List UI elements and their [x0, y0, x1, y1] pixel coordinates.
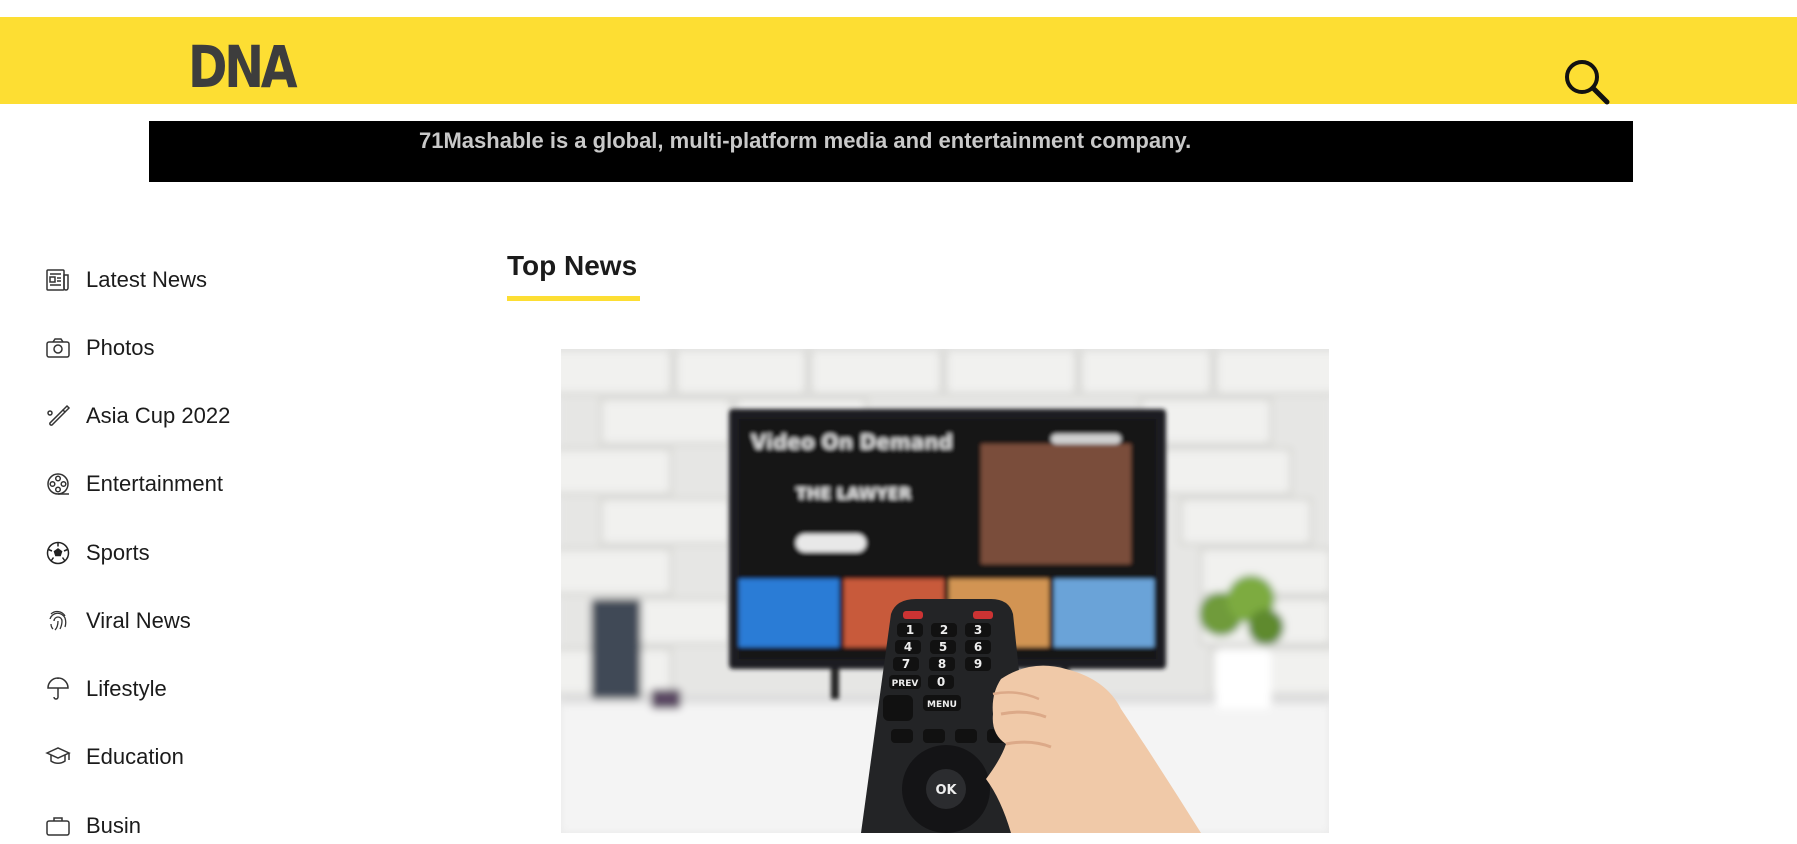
- sidebar-item-label: Latest News: [86, 267, 208, 292]
- football-icon: [44, 539, 72, 567]
- site-logo[interactable]: DNA: [188, 38, 298, 96]
- remote-key: 8: [938, 657, 946, 671]
- remote-key: 3: [974, 623, 982, 637]
- sidebar-item-label: Lifestyle: [86, 676, 167, 701]
- sidebar-item-label: Viral News: [86, 608, 191, 633]
- top-news-hero-image[interactable]: Video On Demand THE LAWYER 1 2 3 4 5 6 7…: [561, 349, 1329, 833]
- sidebar-item-business[interactable]: Busin: [44, 808, 364, 844]
- section-title: Top News: [507, 250, 638, 281]
- remote-key: 2: [940, 623, 948, 637]
- remote-key: 4: [904, 640, 912, 654]
- camera-icon: [44, 334, 72, 362]
- sidebar-item-latest-news[interactable]: Latest News: [44, 262, 364, 298]
- newspaper-icon: [44, 266, 72, 294]
- remote-key: OK: [935, 783, 957, 798]
- briefcase-icon: [44, 812, 72, 840]
- cricket-bat-icon: [44, 402, 72, 430]
- sidebar-item-label: Entertainment: [86, 471, 223, 496]
- remote-key: 5: [939, 640, 947, 654]
- remote-key: MENU: [927, 700, 957, 710]
- header-bar: DNA: [0, 17, 1797, 107]
- sidebar-item-education[interactable]: Education: [44, 739, 364, 775]
- fingerprint-icon: [44, 607, 72, 635]
- sidebar-item-sports[interactable]: Sports: [44, 535, 364, 571]
- sidebar-item-label: Photos: [86, 335, 155, 360]
- remote-key: 6: [974, 640, 982, 654]
- sidebar-item-asia-cup-2022[interactable]: Asia Cup 2022: [44, 398, 364, 434]
- sidebar-item-photos[interactable]: Photos: [44, 330, 364, 366]
- sidebar-item-label: Sports: [86, 540, 150, 565]
- tv-tile-title-text: THE LAWYER: [796, 484, 911, 503]
- sidebar-item-label: Education: [86, 744, 184, 769]
- remote-key: PREV: [892, 679, 919, 689]
- sidebar-item-lifestyle[interactable]: Lifestyle: [44, 671, 364, 707]
- umbrella-icon: [44, 675, 72, 703]
- search-icon[interactable]: [1562, 57, 1612, 107]
- sidebar-item-viral-news[interactable]: Viral News: [44, 603, 364, 639]
- sidebar-item-label: Asia Cup 2022: [86, 403, 231, 428]
- section-title-underline: [507, 296, 640, 301]
- remote-key: 7: [902, 657, 910, 671]
- remote-key: 9: [974, 657, 982, 671]
- sidebar-item-label: Busin: [86, 813, 142, 838]
- graduation-cap-icon: [44, 743, 72, 771]
- film-reel-icon: [44, 470, 72, 498]
- tv-title-text: Video On Demand: [751, 430, 953, 454]
- remote-key: 1: [906, 623, 914, 637]
- promo-banner[interactable]: 71Mashable is a global, multi-platform m…: [149, 121, 1633, 182]
- remote-key: 0: [937, 675, 945, 689]
- sidebar-item-entertainment[interactable]: Entertainment: [44, 466, 364, 502]
- banner-text: 71Mashable is a global, multi-platform m…: [419, 128, 1192, 153]
